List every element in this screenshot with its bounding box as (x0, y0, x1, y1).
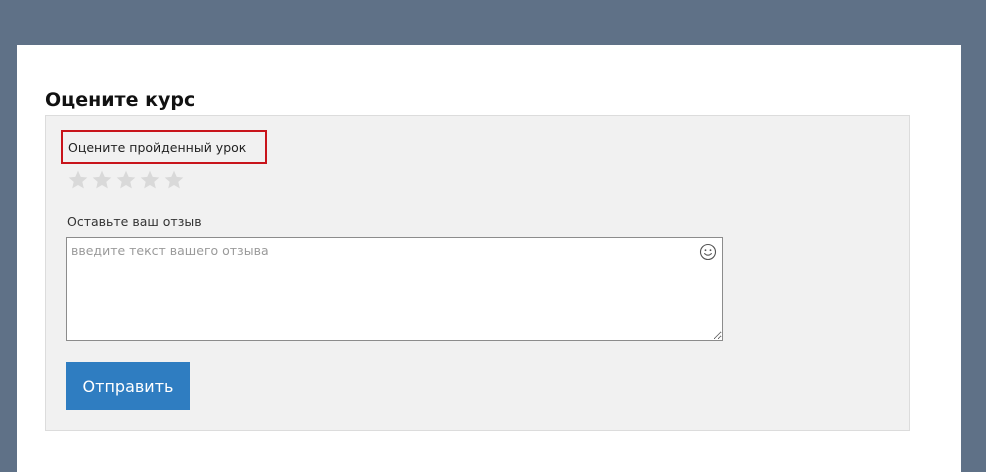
rate-lesson-label-highlight: Оцените пройденный урок (61, 130, 267, 164)
smiley-icon[interactable] (699, 243, 717, 261)
submit-button[interactable]: Отправить (66, 362, 190, 410)
review-field-wrapper (66, 237, 723, 341)
page-title: Оцените курс (45, 89, 196, 111)
star-1-icon[interactable] (67, 169, 89, 191)
review-label: Оставьте ваш отзыв (67, 214, 202, 229)
review-textarea[interactable] (66, 237, 723, 341)
star-4-icon[interactable] (139, 169, 161, 191)
rating-card: Оцените курс Оцените пройденный урок Ост… (17, 45, 961, 472)
star-3-icon[interactable] (115, 169, 137, 191)
rate-lesson-label: Оцените пройденный урок (68, 139, 247, 155)
rating-form-panel: Оцените пройденный урок Оставьте ваш отз… (45, 115, 910, 431)
star-5-icon[interactable] (163, 169, 185, 191)
star-2-icon[interactable] (91, 169, 113, 191)
star-rating (67, 169, 185, 191)
